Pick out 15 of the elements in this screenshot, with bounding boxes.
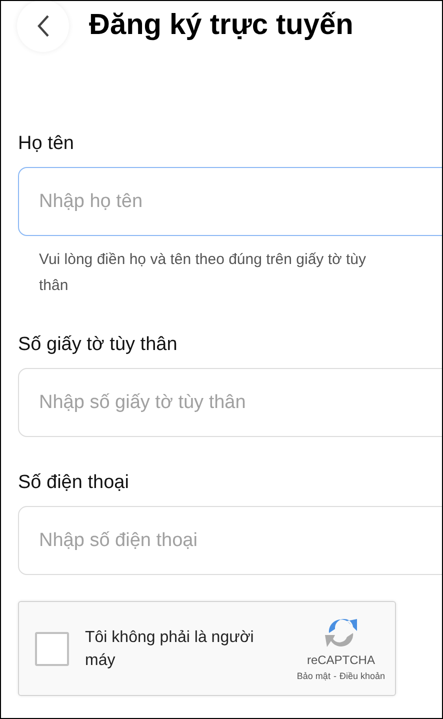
back-icon xyxy=(36,14,50,38)
field-label: Số điện thoại xyxy=(18,471,130,495)
terms-link[interactable]: Điều khoản xyxy=(339,670,385,684)
text-field[interactable]: Nhập số giấy tờ tùy thân xyxy=(18,368,442,437)
privacy-link[interactable]: Bảo mật xyxy=(296,670,330,684)
captcha-text: Tôi không phải là người máy xyxy=(85,628,255,670)
text-field[interactable]: Nhập họ tên xyxy=(18,167,442,236)
checkbox[interactable] xyxy=(35,632,69,666)
captcha-brand: reCAPTCHA xyxy=(306,653,375,668)
field-label: Số giấy tờ tùy thân xyxy=(18,333,178,357)
page-title: Đăng ký trực tuyến xyxy=(89,8,354,44)
text-field[interactable]: Nhập số điện thoại xyxy=(18,506,442,575)
link-separator: - xyxy=(333,670,336,684)
helper-text: Vui lòng điền họ và tên theo đúng trên giấy tờ tùy thân xyxy=(39,250,368,296)
field-label: Họ tên xyxy=(18,132,75,156)
